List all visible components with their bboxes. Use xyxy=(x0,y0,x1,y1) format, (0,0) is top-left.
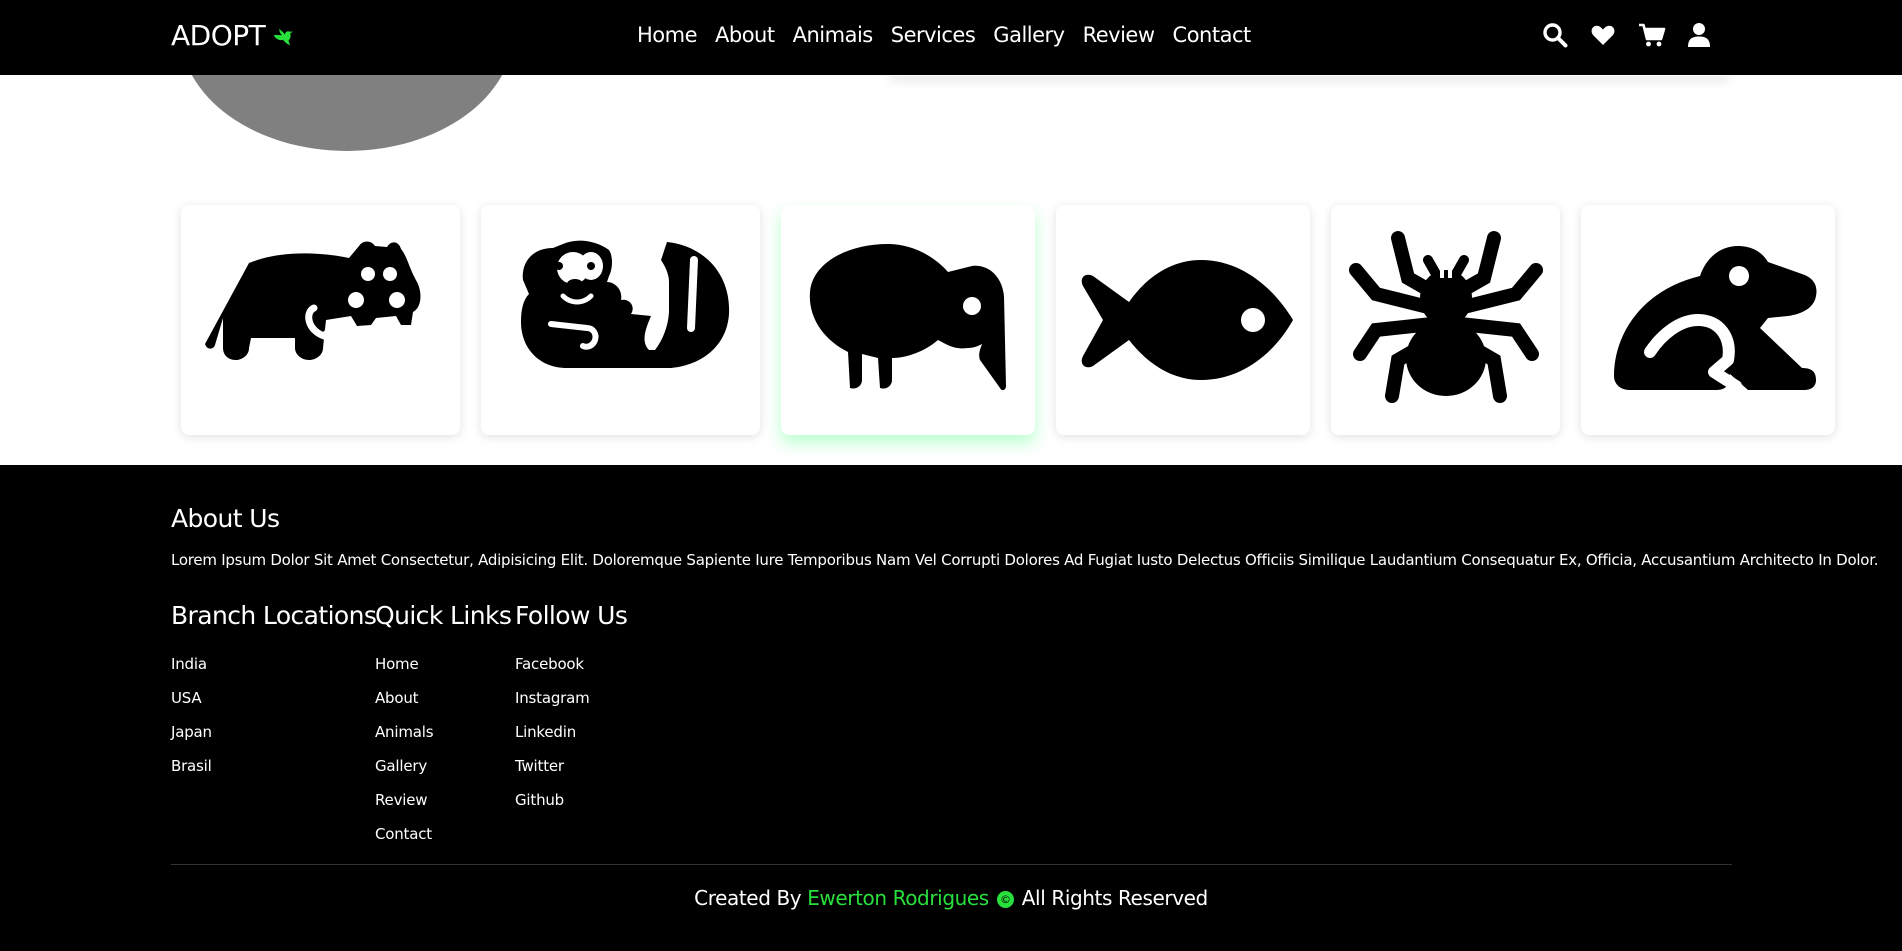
quick-link-item[interactable]: Home xyxy=(375,647,511,681)
animal-card-fish[interactable] xyxy=(1056,205,1310,435)
search-icon[interactable] xyxy=(1542,22,1568,48)
otter-icon xyxy=(520,240,729,368)
nav-animais[interactable]: Animais xyxy=(793,23,874,47)
social-link-github[interactable]: Github xyxy=(515,791,564,809)
quick-link-gallery[interactable]: Gallery xyxy=(375,757,427,775)
frog-icon xyxy=(1614,246,1817,392)
quick-link-contact[interactable]: Contact xyxy=(375,825,432,843)
nav-home[interactable]: Home xyxy=(637,23,698,47)
dove-icon xyxy=(274,28,294,45)
animal-card-otter[interactable] xyxy=(481,205,760,435)
nav-services[interactable]: Services xyxy=(891,23,976,47)
quick-link-about[interactable]: About xyxy=(375,689,419,707)
animal-card-spider[interactable] xyxy=(1331,205,1560,435)
animal-card-frog[interactable] xyxy=(1581,205,1835,435)
animal-card-hippo[interactable] xyxy=(181,205,460,435)
quick-links-title: Quick Links xyxy=(375,601,512,630)
credit-prefix: Created By xyxy=(694,886,802,910)
credit-line: Created By Ewerton Rodrigues © All Right… xyxy=(0,886,1902,910)
credit-suffix: All Rights Reserved xyxy=(1021,886,1208,910)
quick-link-item[interactable]: About xyxy=(375,681,511,715)
branch-locations-column: Branch Locations India USA Japan Brasil xyxy=(171,601,377,783)
quick-links-column: Quick Links Home About Animals Gallery R… xyxy=(375,601,512,851)
footer-divider xyxy=(171,864,1732,865)
header-icons xyxy=(1542,22,1712,48)
quick-link-item[interactable]: Gallery xyxy=(375,749,511,783)
branch-locations-title: Branch Locations xyxy=(171,601,377,630)
quick-link-item[interactable]: Animals xyxy=(375,715,511,749)
social-link-instagram[interactable]: Instagram xyxy=(515,689,590,707)
fish-icon xyxy=(1081,260,1293,380)
copyright-icon: © xyxy=(996,891,1014,908)
social-link-linkedin[interactable]: Linkedin xyxy=(515,723,576,741)
quick-link-animals[interactable]: Animals xyxy=(375,723,434,741)
quick-link-home[interactable]: Home xyxy=(375,655,419,673)
quick-link-review[interactable]: Review xyxy=(375,791,428,809)
nav-about[interactable]: About xyxy=(715,23,775,47)
branch-link-brasil[interactable]: Brasil xyxy=(171,757,212,775)
animal-card-kiwi[interactable] xyxy=(781,205,1035,435)
brand-logo[interactable]: ADOPT xyxy=(171,19,294,52)
social-item[interactable]: Instagram xyxy=(515,681,627,715)
follow-us-title: Follow Us xyxy=(515,601,628,630)
cart-icon[interactable] xyxy=(1638,22,1666,48)
top-navbar: ADOPT Home About Animais Services Galler… xyxy=(0,0,1902,75)
about-title: About Us xyxy=(171,504,280,533)
branch-item[interactable]: Japan xyxy=(171,715,376,749)
main-nav: Home About Animais Services Gallery Revi… xyxy=(637,23,1251,47)
social-item[interactable]: Facebook xyxy=(515,647,627,681)
about-text: Lorem Ipsum Dolor Sit Amet Consectetur, … xyxy=(171,551,1879,569)
follow-us-column: Follow Us Facebook Instagram Linkedin Tw… xyxy=(515,601,628,817)
branch-link-india[interactable]: India xyxy=(171,655,207,673)
nav-contact[interactable]: Contact xyxy=(1173,23,1252,47)
nav-gallery[interactable]: Gallery xyxy=(993,23,1065,47)
heart-icon[interactable] xyxy=(1590,22,1616,48)
branch-item[interactable]: USA xyxy=(171,681,376,715)
branch-item[interactable]: Brasil xyxy=(171,749,376,783)
social-item[interactable]: Github xyxy=(515,783,627,817)
kiwi-bird-icon xyxy=(809,244,1006,391)
user-icon[interactable] xyxy=(1686,22,1712,48)
branch-link-usa[interactable]: USA xyxy=(171,689,202,707)
branch-link-japan[interactable]: Japan xyxy=(171,723,212,741)
quick-link-item[interactable]: Contact xyxy=(375,817,511,851)
social-item[interactable]: Linkedin xyxy=(515,715,627,749)
quick-link-item[interactable]: Review xyxy=(375,783,511,817)
social-link-facebook[interactable]: Facebook xyxy=(515,655,584,673)
spider-icon xyxy=(1348,231,1543,403)
hippo-icon xyxy=(204,241,420,360)
credit-author[interactable]: Ewerton Rodrigues xyxy=(807,886,989,910)
social-item[interactable]: Twitter xyxy=(515,749,627,783)
brand-name[interactable]: ADOPT xyxy=(171,19,266,52)
branch-item[interactable]: India xyxy=(171,647,376,681)
animal-carousel xyxy=(0,205,1902,435)
nav-review[interactable]: Review xyxy=(1083,23,1155,47)
social-link-twitter[interactable]: Twitter xyxy=(515,757,564,775)
site-footer: About Us Lorem Ipsum Dolor Sit Amet Cons… xyxy=(0,465,1902,951)
